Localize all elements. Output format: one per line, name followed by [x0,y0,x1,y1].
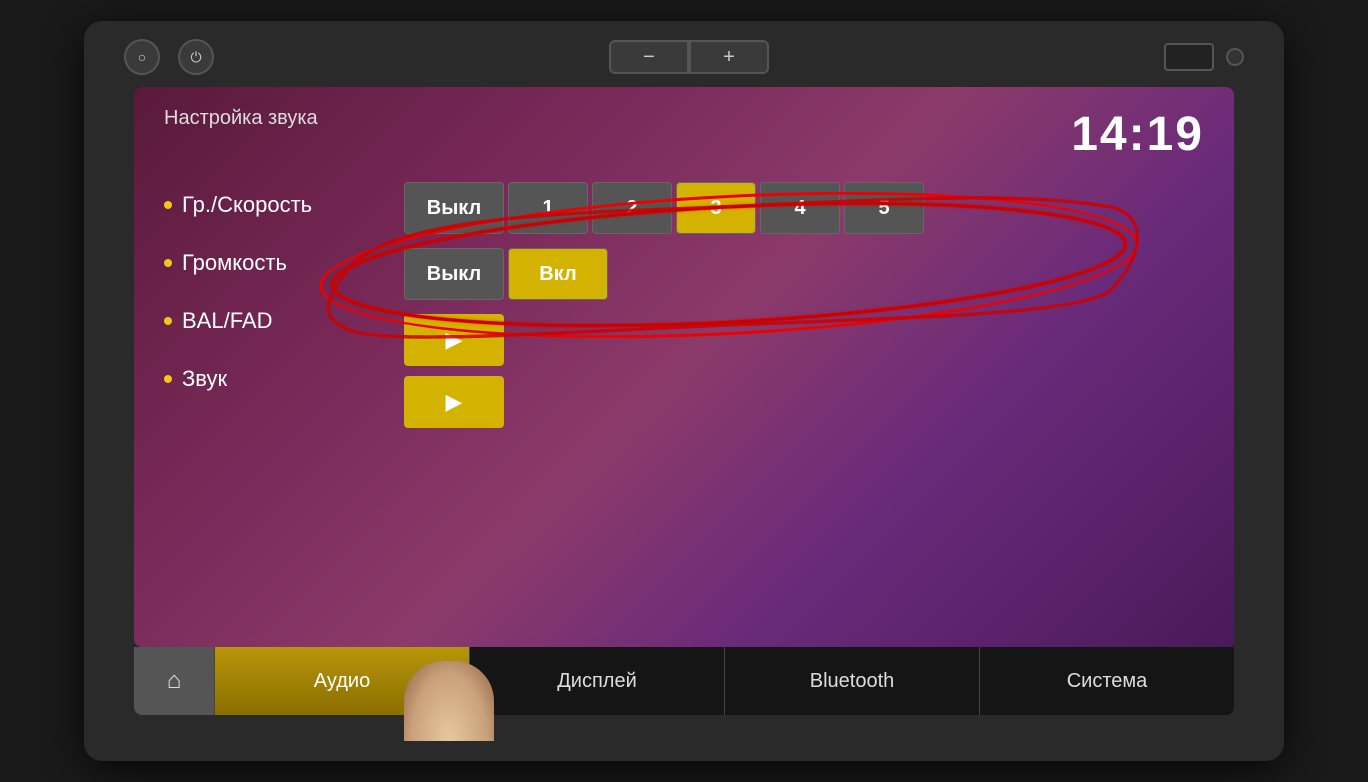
finger-image [404,661,494,741]
menu-item-speed[interactable]: Гр./Скорость [164,192,384,218]
menu-item-sound[interactable]: Звук [164,366,384,392]
menu-label-volume: Громкость [182,250,287,276]
speed-4-button[interactable]: 4 [760,182,840,234]
home-button[interactable]: ⌂ [134,647,214,715]
bottom-nav: ⌂ Аудио Дисплей Bluetooth Система [134,647,1234,715]
play-button-2[interactable]: ▶ [404,376,504,428]
menu-label-speed: Гр./Скорость [182,192,312,218]
screen-title: Настройка звука [164,107,318,130]
speed-2-button[interactable]: 2 [592,182,672,234]
power-button[interactable]: ⏻ [178,39,214,75]
top-left-buttons: ○ ⏻ [124,39,214,75]
headphone-port [1226,48,1244,66]
top-controls: ○ ⏻ − + [114,39,1254,75]
off-button[interactable]: Выкл [404,248,504,300]
menu-item-volume[interactable]: Громкость [164,250,384,276]
tab-system[interactable]: Система [979,647,1234,715]
top-right-ports [1164,43,1244,71]
menu-dot-balfad [164,317,172,325]
menu-label-balfad: BAL/FAD [182,308,272,334]
menu-label-sound: Звук [182,366,227,392]
on-button[interactable]: Вкл [508,248,608,300]
car-stereo-device: ○ ⏻ − + Настройка звука 14:19 [84,21,1284,761]
screen-header: Настройка звука 14:19 [164,107,1204,162]
finger-overlay [404,661,494,741]
screen-content: Гр./Скорость Громкость BAL/FAD Звук [164,182,1204,428]
menu-dot-speed [164,201,172,209]
volume-minus-button[interactable]: − [609,40,689,74]
menu-dot-volume [164,259,172,267]
speed-5-button[interactable]: 5 [844,182,924,234]
play-button-1[interactable]: ▶ [404,314,504,366]
speed-row: Выкл 1 2 3 4 5 [404,182,1204,234]
on-off-row: Выкл Вкл [404,248,1204,300]
speed-off-button[interactable]: Выкл [404,182,504,234]
usb-port [1164,43,1214,71]
volume-plus-button[interactable]: + [689,40,769,74]
menu-items: Гр./Скорость Громкость BAL/FAD Звук [164,182,384,392]
speed-3-button[interactable]: 3 [676,182,756,234]
tab-display[interactable]: Дисплей [469,647,724,715]
main-screen: Настройка звука 14:19 Гр./Скорость Громк… [134,87,1234,647]
screen-wrapper: Настройка звука 14:19 Гр./Скорость Громк… [134,87,1234,715]
circle-button[interactable]: ○ [124,39,160,75]
menu-item-balfad[interactable]: BAL/FAD [164,308,384,334]
controls-panel: Выкл 1 2 3 4 5 Выкл Вкл ▶ [404,182,1204,428]
speed-1-button[interactable]: 1 [508,182,588,234]
tab-bluetooth[interactable]: Bluetooth [724,647,979,715]
screen-time: 14:19 [1071,107,1204,162]
menu-dot-sound [164,375,172,383]
play-buttons: ▶ ▶ [404,314,1204,428]
volume-controls: − + [609,40,769,74]
